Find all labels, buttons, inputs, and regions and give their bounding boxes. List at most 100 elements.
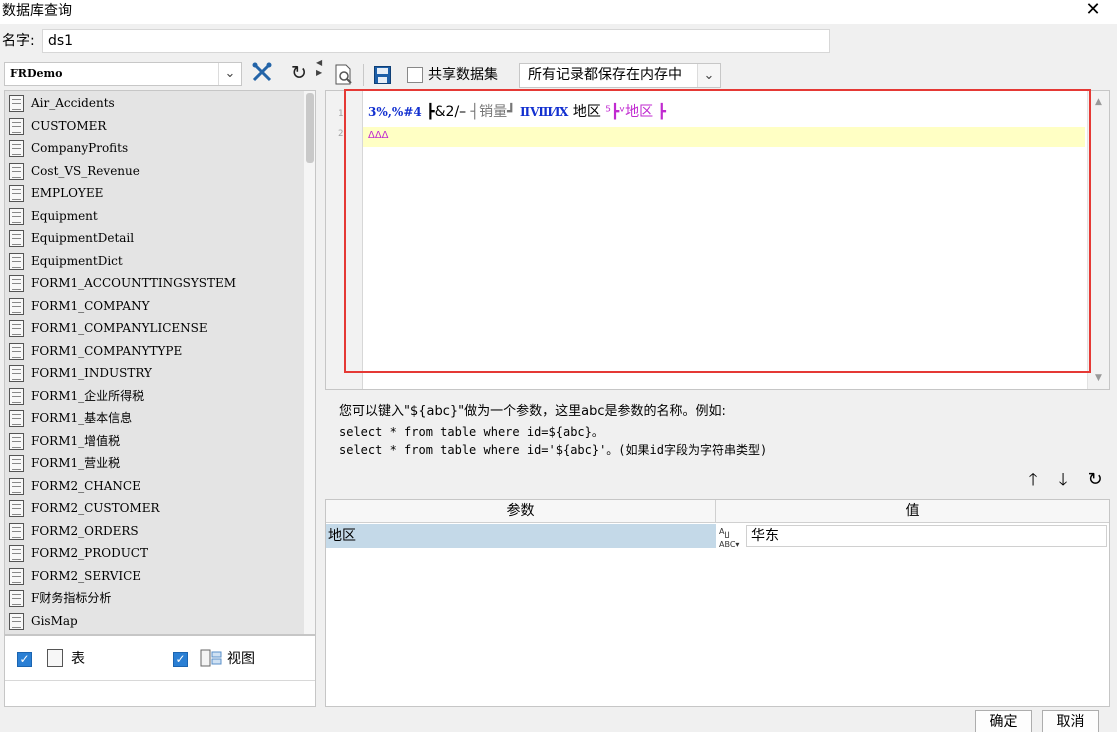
- table-name: FORM1_COMPANY: [31, 298, 150, 313]
- table-name: CompanyProfits: [31, 141, 129, 155]
- refresh-icon: ↻: [1087, 469, 1103, 490]
- table-icon: [47, 649, 63, 667]
- table-name: Equipment: [31, 208, 98, 223]
- preview-icon: [335, 64, 352, 85]
- splitter-collapse-icon[interactable]: ◀ ▶: [316, 58, 324, 88]
- show-tables-label: 表: [71, 651, 85, 667]
- preview-button[interactable]: [334, 64, 354, 86]
- table-name: GisMap: [31, 613, 78, 628]
- table-icon: [9, 297, 24, 315]
- toolbar-separator: [363, 64, 364, 86]
- column-header-param[interactable]: 参数: [326, 500, 716, 523]
- column-header-value[interactable]: 值: [716, 500, 1109, 523]
- table-list-item[interactable]: Cost_VS_Revenue: [5, 160, 304, 182]
- table-icon: [9, 612, 24, 630]
- share-dataset-label: 共享数据集: [428, 67, 498, 83]
- table-list-item[interactable]: Equipment: [5, 205, 304, 227]
- name-input[interactable]: ds1: [42, 29, 830, 53]
- parameter-example: select * from table where id=${abc}。: [339, 425, 604, 439]
- table-icon: [9, 185, 24, 202]
- parameter-table: 参数 值 地区 A∐ ABC▾ 华东: [325, 499, 1110, 707]
- param-name-cell[interactable]: 地区: [326, 524, 716, 548]
- table-icon: [9, 207, 24, 225]
- move-param-down-button[interactable]: 🡓: [1054, 470, 1072, 490]
- table-list-item[interactable]: FORM1_INDUSTRY: [5, 362, 304, 384]
- table-name: EquipmentDetail: [31, 231, 135, 245]
- table-icon: [9, 252, 24, 270]
- table-icon: [9, 95, 24, 112]
- chevron-down-icon[interactable]: ⌄: [697, 64, 720, 87]
- share-dataset-checkbox[interactable]: [407, 67, 423, 83]
- table-icon: [9, 342, 24, 360]
- ok-button[interactable]: 确定: [975, 710, 1032, 732]
- refresh-params-button[interactable]: ↻: [1084, 470, 1106, 490]
- table-list-scroll-thumb[interactable]: [306, 93, 314, 163]
- table-name: EquipmentDict: [31, 253, 123, 268]
- table-name: FORM1_COMPANYTYPE: [31, 343, 183, 358]
- storage-mode-select[interactable]: 所有记录都保存在内存中: [519, 63, 721, 88]
- table-list-item[interactable]: FORM2_CHANCE: [5, 475, 304, 497]
- refresh-icon: ↻: [291, 62, 307, 84]
- table-name: FORM2_ORDERS: [31, 523, 139, 538]
- table-name: CUSTOMER: [31, 118, 107, 133]
- table-list-item[interactable]: FORM1_增值税: [5, 430, 304, 452]
- table-list-item[interactable]: CUSTOMER: [5, 115, 304, 137]
- arrow-up-icon: 🡑: [1028, 470, 1038, 490]
- parameter-example: select * from table where id='${abc}'。(如…: [339, 443, 768, 457]
- table-list-item[interactable]: FORM1_ACCOUNTTINGSYSTEM: [5, 272, 304, 294]
- show-tables-checkbox[interactable]: ✓: [17, 652, 32, 667]
- view-icon: [200, 649, 222, 667]
- table-name: FORM1_增值税: [31, 433, 121, 448]
- table-name: F财务指标分析: [31, 591, 112, 605]
- table-list-item[interactable]: CompanyProfits: [5, 137, 304, 159]
- refresh-tables-button[interactable]: ↻: [286, 61, 312, 85]
- table-list-item[interactable]: FORM1_营业税: [5, 452, 304, 474]
- param-value-input[interactable]: 华东: [746, 525, 1107, 547]
- show-views-checkbox[interactable]: ✓: [173, 652, 188, 667]
- table-name: FORM2_PRODUCT: [31, 546, 148, 560]
- table-list-item[interactable]: FORM1_基本信息: [5, 407, 304, 429]
- table-icon: [9, 590, 24, 607]
- connection-settings-button[interactable]: [249, 61, 275, 85]
- scroll-up-icon[interactable]: ▲: [1088, 93, 1109, 111]
- table-icon: [9, 410, 24, 427]
- table-list-scrollbar[interactable]: [304, 91, 315, 634]
- arrow-down-icon: 🡓: [1058, 470, 1068, 490]
- table-name: Air_Accidents: [31, 96, 115, 110]
- table-list-item[interactable]: FORM1_企业所得税: [5, 385, 304, 407]
- table-name: FORM1_营业税: [31, 456, 121, 470]
- connection-select[interactable]: FRDemo: [4, 62, 242, 86]
- table-list-items: Air_Accidents CUSTOMER CompanyProfits Cost_…: [5, 91, 304, 634]
- table-list-item[interactable]: F财务指标分析: [5, 587, 304, 609]
- table-list-item[interactable]: FORM2_SERVICE: [5, 565, 304, 587]
- table-icon: [9, 387, 24, 405]
- table-list-item[interactable]: GisMap: [5, 610, 304, 632]
- show-views-label: 视图: [227, 651, 255, 667]
- table-name: FORM1_企业所得税: [31, 388, 145, 403]
- chevron-down-icon[interactable]: ⌄: [218, 63, 241, 85]
- table-list-item[interactable]: EMPLOYEE: [5, 182, 304, 204]
- cancel-button[interactable]: 取消: [1042, 710, 1099, 732]
- name-label: 名字:: [2, 33, 35, 49]
- table-list-item[interactable]: Air_Accidents: [5, 92, 304, 114]
- title-bar: [0, 0, 1117, 24]
- scroll-down-icon[interactable]: ▼: [1088, 369, 1109, 387]
- table-list-item[interactable]: FORM2_PRODUCT: [5, 542, 304, 564]
- table-list-item[interactable]: FORM2_ORDERS: [5, 520, 304, 542]
- table-icon: [9, 432, 24, 450]
- table-list-item[interactable]: EquipmentDict: [5, 250, 304, 272]
- table-list-item[interactable]: FORM2_CUSTOMER: [5, 497, 304, 519]
- close-button[interactable]: ✕: [1082, 0, 1104, 22]
- line-number: 1: [338, 109, 344, 119]
- table-name: Cost_VS_Revenue: [31, 163, 140, 178]
- table-list-item[interactable]: FORM1_COMPANY: [5, 295, 304, 317]
- save-dataset-button[interactable]: [374, 66, 391, 84]
- table-list-item[interactable]: EquipmentDetail: [5, 227, 304, 249]
- table-search-input[interactable]: [5, 680, 315, 706]
- table-list-item[interactable]: FORM1_COMPANYTYPE: [5, 340, 304, 362]
- table-list-item[interactable]: FORM1_COMPANYLICENSE: [5, 317, 304, 339]
- abc-type-icon[interactable]: A∐ ABC▾: [717, 525, 745, 549]
- move-param-up-button[interactable]: 🡑: [1024, 470, 1042, 490]
- table-filter-panel: ✓ 表 ✓ 视图: [4, 635, 316, 707]
- table-list[interactable]: Air_Accidents CUSTOMER CompanyProfits Cost_…: [4, 90, 316, 635]
